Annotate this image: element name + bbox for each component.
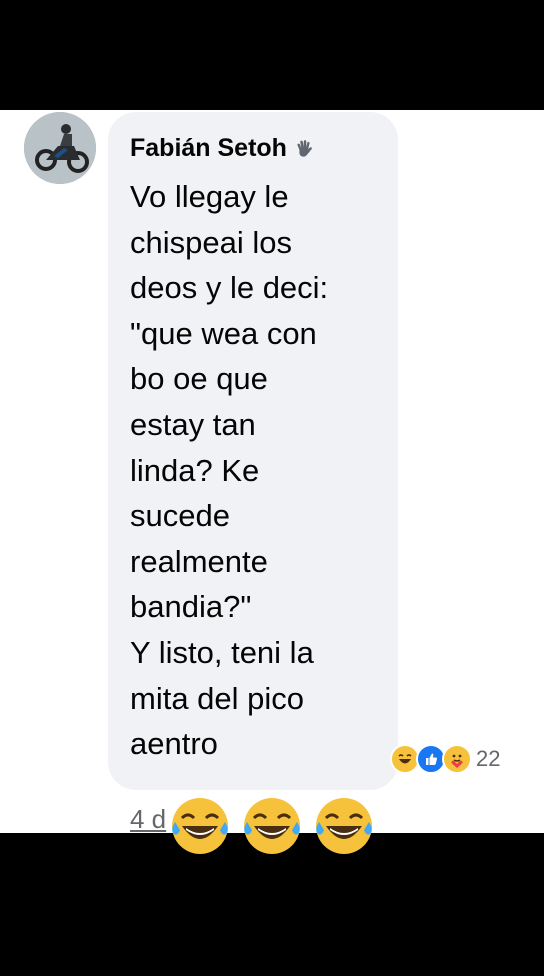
care-icon: [442, 744, 472, 774]
comment-line: Vo llegay le: [130, 179, 289, 214]
comment-line: bo oe que: [130, 361, 268, 397]
comment-line: chispeai los: [130, 224, 292, 260]
motorcycle-rider-photo: [24, 112, 96, 184]
author-name[interactable]: Fabián Setoh: [130, 134, 287, 163]
comment-line: linda? Ke: [130, 452, 260, 488]
avatar[interactable]: [24, 112, 96, 184]
comment-text: Vo llegay le chispeai los deos y le deci…: [130, 174, 392, 767]
comment-line: deos y le deci:: [130, 270, 329, 306]
waving-hand-icon: [297, 139, 312, 157]
comment-line: mita del pico: [130, 680, 305, 716]
tears-of-joy-icon: [316, 798, 372, 854]
comment-line: "que wea con: [130, 315, 317, 351]
comment-line: sucede: [130, 498, 230, 534]
comment-header: Fabián Setoh: [130, 134, 315, 163]
comment-timestamp[interactable]: 4 d: [130, 804, 166, 835]
comment-line: bandia?": [130, 589, 252, 625]
tears-of-joy-icon: [244, 798, 300, 854]
comment-line: Y listo, teni la: [130, 634, 314, 670]
overlay-emojis: [168, 794, 376, 858]
reaction-count: 22: [476, 746, 501, 771]
comment-line: estay tan: [130, 406, 256, 442]
comment-line: aentro: [130, 726, 218, 762]
comment-line: realmente: [130, 543, 268, 579]
reactions-summary[interactable]: 22: [390, 744, 500, 774]
tears-of-joy-icon: [172, 798, 228, 854]
